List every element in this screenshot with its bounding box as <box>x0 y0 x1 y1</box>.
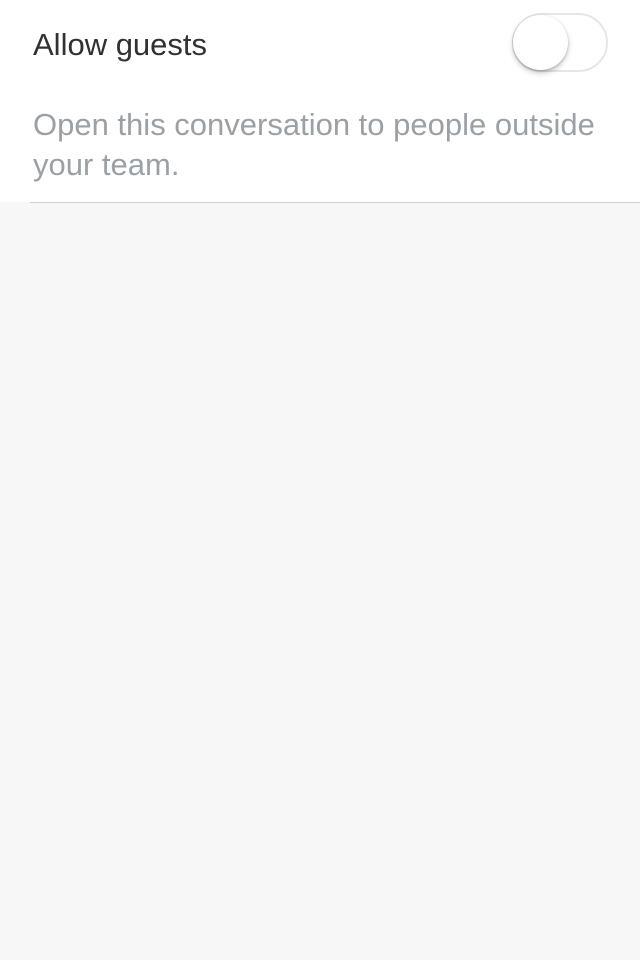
setting-description: Open this conversation to people outside… <box>33 107 595 182</box>
allow-guests-toggle[interactable] <box>512 13 608 72</box>
toggle-knob[interactable] <box>513 15 568 70</box>
empty-background-area <box>0 203 640 960</box>
allow-guests-setting: Allow guests Open this conversation to p… <box>0 0 640 202</box>
setting-title: Allow guests <box>33 27 208 62</box>
